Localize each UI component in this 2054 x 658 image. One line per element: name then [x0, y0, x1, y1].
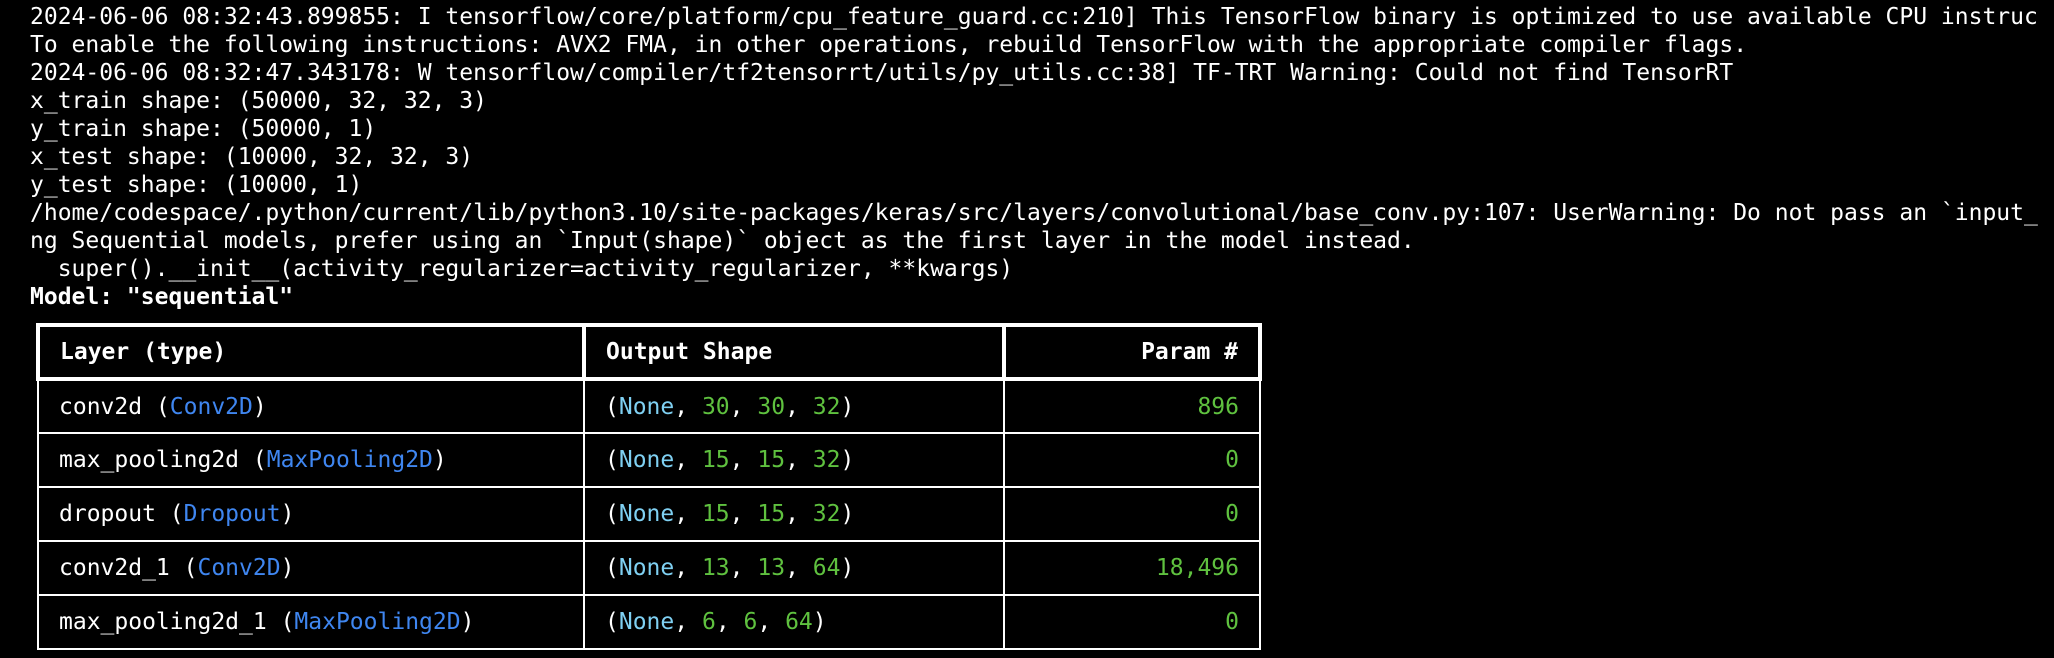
log-line: super().__init__(activity_regularizer=ac…: [30, 256, 1014, 282]
table-row: conv2d_1 (Conv2D) (None, 13, 13, 64) 18,49…: [37, 540, 1261, 596]
layer-type: Dropout: [183, 501, 281, 527]
shape-dim: 13: [757, 555, 786, 581]
output-shape-cell: (None, 6, 6, 64): [583, 594, 1005, 650]
layer-cell: max_pooling2d_1 (MaxPooling2D): [37, 594, 585, 650]
shape-batch-dim: None: [618, 447, 675, 473]
param-count-cell: 0: [1003, 594, 1261, 650]
layer-type: Conv2D: [169, 393, 253, 420]
log-line: x_test shape: (10000, 32, 32, 3): [30, 144, 474, 170]
layer-cell: dropout (Dropout): [37, 486, 585, 542]
log-line: /home/codespace/.python/current/lib/pyth…: [30, 200, 2038, 226]
layer-name: max_pooling2d_1: [59, 609, 267, 635]
table-row: dropout (Dropout) (None, 15, 15, 32) 0: [37, 486, 1261, 542]
shape-dim: 64: [785, 609, 813, 635]
header-layer-type: Layer (type): [36, 323, 586, 381]
shape-dim: 15: [757, 501, 786, 527]
log-line: 2024-06-06 08:32:47.343178: W tensorflow…: [30, 60, 1734, 86]
output-shape-cell: (None, 15, 15, 32): [583, 486, 1005, 542]
layer-name: dropout: [59, 501, 156, 527]
shape-dim: 32: [812, 393, 841, 420]
param-count: 896: [1197, 393, 1239, 420]
output-shape-cell: (None, 13, 13, 64): [583, 540, 1005, 596]
shape-dim: 64: [812, 555, 841, 581]
param-count-cell: 18,496: [1003, 540, 1261, 596]
log-line: To enable the following instructions: AV…: [30, 32, 1748, 58]
param-count-cell: 0: [1003, 432, 1261, 488]
shape-dim: 32: [812, 447, 841, 473]
layer-type: MaxPooling2D: [266, 447, 433, 473]
shape-dim: 15: [757, 447, 786, 473]
log-line: x_train shape: (50000, 32, 32, 3): [30, 88, 487, 114]
param-count-cell: 896: [1003, 378, 1261, 434]
param-count: 0: [1225, 501, 1239, 527]
model-summary-table: Layer (type) Output Shape Param # conv2d…: [36, 323, 1262, 650]
shape-dim: 6: [743, 609, 758, 635]
layer-name: max_pooling2d: [59, 447, 240, 473]
param-count: 0: [1225, 447, 1239, 473]
layer-name: conv2d: [59, 393, 143, 420]
table-row: max_pooling2d_1 (MaxPooling2D) (None, 6, …: [37, 594, 1261, 650]
layer-cell: max_pooling2d (MaxPooling2D): [37, 432, 585, 488]
layer-cell: conv2d (Conv2D): [37, 378, 585, 434]
table-row: conv2d (Conv2D) (None, 30, 30, 32) 896: [37, 378, 1261, 434]
table-row: max_pooling2d (MaxPooling2D) (None, 15, 1…: [37, 432, 1261, 488]
log-line: 2024-06-06 08:32:43.899855: I tensorflow…: [30, 4, 2038, 30]
shape-batch-dim: None: [618, 501, 675, 527]
shape-dim: 30: [701, 393, 730, 420]
param-count: 18,496: [1155, 555, 1239, 581]
layer-rows: conv2d (Conv2D) (None, 30, 30, 32) 896 max_…: [37, 378, 1261, 650]
header-output-shape: Output Shape: [582, 323, 1006, 381]
model-title: Model: "sequential": [30, 284, 294, 310]
shape-dim: 32: [812, 501, 841, 527]
shape-batch-dim: None: [618, 555, 675, 581]
terminal-output: 2024-06-06 08:32:43.899855: I tensorflow…: [30, 3, 2054, 311]
layer-name: conv2d_1: [59, 555, 170, 581]
layer-type: Conv2D: [197, 555, 281, 581]
shape-batch-dim: None: [618, 393, 675, 420]
layer-cell: conv2d_1 (Conv2D): [37, 540, 585, 596]
log-line: y_test shape: (10000, 1): [30, 172, 363, 198]
shape-dim: 30: [757, 393, 786, 420]
shape-batch-dim: None: [618, 609, 675, 635]
shape-dim: 13: [701, 555, 730, 581]
output-shape-cell: (None, 15, 15, 32): [583, 432, 1005, 488]
param-count: 0: [1225, 609, 1239, 635]
log-line: y_train shape: (50000, 1): [30, 116, 377, 142]
header-param-count: Param #: [1002, 323, 1262, 381]
shape-dim: 15: [701, 501, 730, 527]
output-shape-cell: (None, 30, 30, 32): [583, 378, 1005, 434]
log-line: ng Sequential models, prefer using an `I…: [30, 228, 1415, 254]
shape-dim: 15: [701, 447, 730, 473]
param-count-cell: 0: [1003, 486, 1261, 542]
table-header-row: Layer (type) Output Shape Param #: [36, 323, 1262, 381]
layer-type: MaxPooling2D: [294, 609, 461, 635]
shape-dim: 6: [701, 609, 716, 635]
